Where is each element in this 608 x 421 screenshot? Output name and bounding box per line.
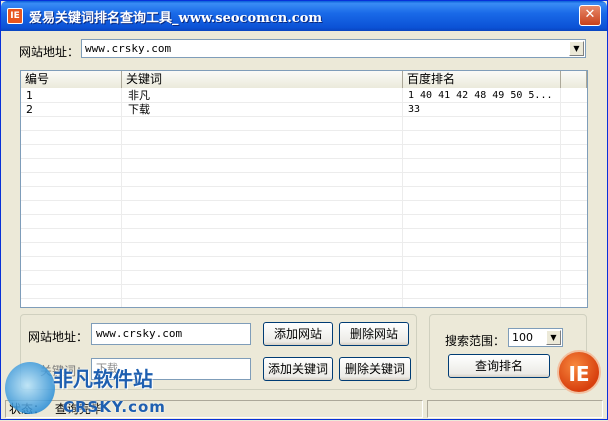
watermark: 非凡软件站 CRSKY.com	[1, 358, 166, 421]
table-header: 编号 关键词 百度排名	[21, 71, 587, 88]
app-window: IE 爱易关键词排名查询工具_www.seocomcn.com ✕ 网站地址： …	[0, 0, 608, 420]
grid-row-line	[21, 200, 587, 201]
grid-row-line	[21, 270, 587, 271]
form-site-label: 网站地址：	[28, 330, 89, 344]
site-label: 网站地址：	[19, 45, 80, 59]
keyword-rank-table[interactable]: 编号 关键词 百度排名 1 非凡 1 40 41 42 48 49 50 5..…	[20, 70, 588, 308]
column-header-id[interactable]: 编号	[21, 71, 122, 88]
grid-row-line	[21, 214, 587, 215]
site-combobox-value: www.crsky.com	[85, 42, 172, 55]
add-site-button[interactable]: 添加网站	[263, 322, 333, 346]
grid-row-line	[21, 172, 587, 173]
range-combobox[interactable]: 100 ▼	[508, 328, 563, 347]
site-input[interactable]: www.crsky.com	[91, 323, 251, 345]
row-rank: 33	[408, 104, 421, 115]
grid-row-line	[21, 228, 587, 229]
row-id: 1	[26, 89, 33, 102]
table-row[interactable]: 1 非凡 1 40 41 42 48 49 50 5...	[21, 89, 587, 103]
title-bar[interactable]: IE 爱易关键词排名查询工具_www.seocomcn.com ✕	[1, 1, 607, 31]
grid-divider	[121, 88, 122, 307]
table-row[interactable]: 2 下载 33	[21, 103, 587, 117]
watermark-text: 非凡软件站	[53, 367, 153, 391]
add-keyword-button[interactable]: 添加关键词	[263, 357, 333, 381]
grid-row-line	[21, 242, 587, 243]
chevron-down-icon[interactable]: ▼	[569, 41, 584, 56]
delete-site-button[interactable]: 删除网站	[339, 322, 409, 346]
grid-row-line	[21, 256, 587, 257]
query-rank-button[interactable]: 查询排名	[448, 354, 550, 378]
window-title: 爱易关键词排名查询工具_www.seocomcn.com	[29, 11, 323, 26]
status-pane-secondary	[427, 400, 603, 418]
grid-row-line	[21, 298, 587, 299]
column-header-keyword[interactable]: 关键词	[122, 71, 403, 88]
grid-row-line	[21, 158, 587, 159]
row-id: 2	[26, 103, 33, 116]
row-keyword: 非凡	[128, 89, 150, 102]
row-rank: 1 40 41 42 48 49 50 5...	[408, 90, 553, 101]
watermark-subtext: CRSKY.com	[63, 398, 166, 416]
app-icon: IE	[7, 8, 23, 24]
column-header-empty	[561, 71, 587, 88]
grid-row-line	[21, 186, 587, 187]
watermark-logo-icon	[5, 362, 55, 414]
delete-keyword-button[interactable]: 删除关键词	[339, 357, 411, 381]
grid-row-line	[21, 144, 587, 145]
grid-row-line	[21, 130, 587, 131]
close-button[interactable]: ✕	[579, 5, 601, 26]
range-combobox-value: 100	[512, 331, 533, 344]
chevron-down-icon[interactable]: ▼	[546, 330, 561, 345]
grid-divider	[560, 88, 561, 307]
row-keyword: 下载	[128, 103, 150, 116]
grid-divider	[402, 88, 403, 307]
column-header-rank[interactable]: 百度排名	[403, 71, 561, 88]
range-label: 搜索范围：	[445, 334, 506, 348]
ie-logo-badge: IE	[557, 350, 601, 394]
site-combobox[interactable]: www.crsky.com ▼	[81, 39, 586, 58]
grid-row-line	[21, 284, 587, 285]
